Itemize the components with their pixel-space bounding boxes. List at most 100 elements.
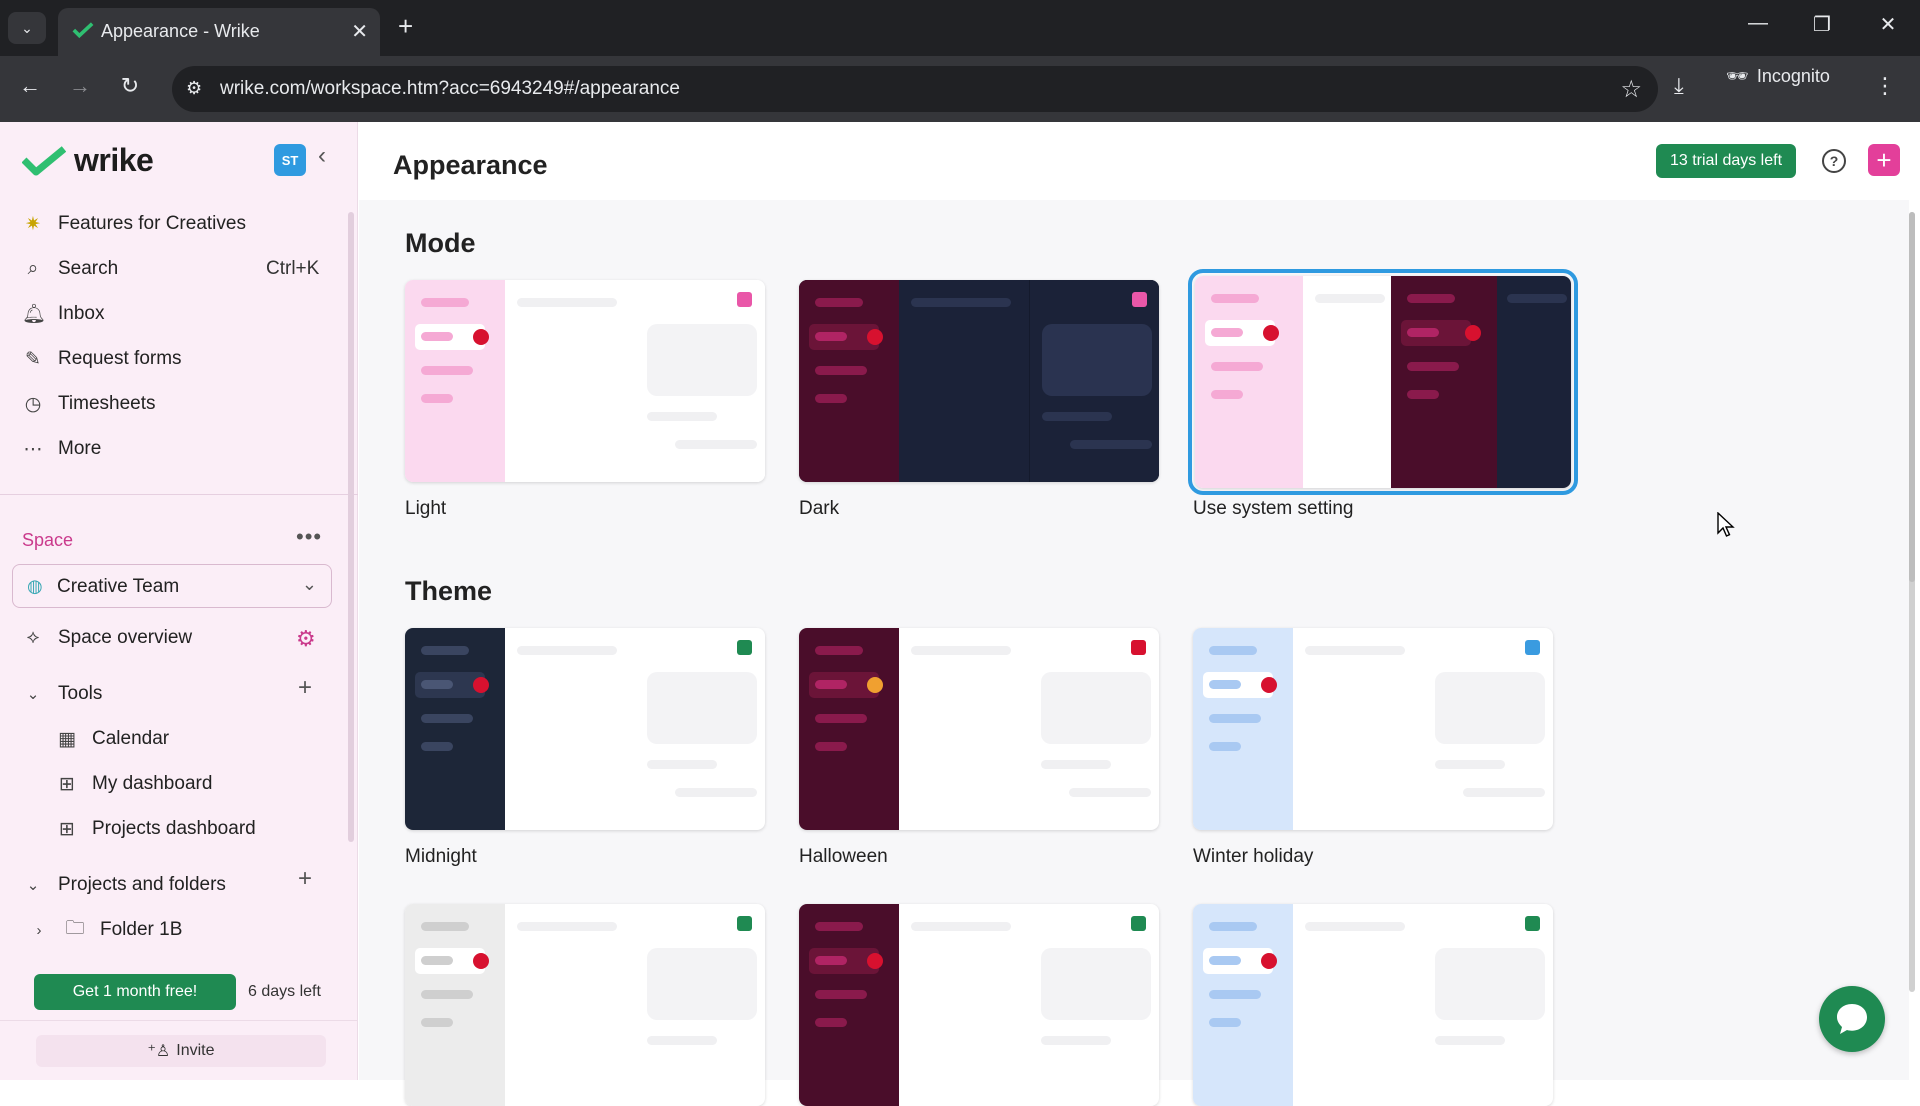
- site-info-icon[interactable]: ⚙: [186, 78, 202, 99]
- space-name: Creative Team: [57, 576, 180, 597]
- add-icon[interactable]: +: [1868, 144, 1900, 176]
- sidebar-item-request-forms[interactable]: ✎ Request forms: [22, 341, 182, 377]
- sidebar-item-label: Request forms: [58, 348, 182, 369]
- sidebar-item-label: Features for Creatives: [58, 213, 246, 234]
- main-scrollbar[interactable]: [1909, 212, 1915, 992]
- sidebar-item-projects-dashboard[interactable]: ⊞ Projects dashboard: [56, 811, 256, 847]
- theme-card-sky[interactable]: [1193, 904, 1553, 1106]
- page-title: Appearance: [393, 150, 548, 180]
- mode-card-system[interactable]: [1188, 269, 1578, 495]
- browser-tab[interactable]: Appearance - Wrike ✕: [58, 8, 380, 56]
- forward-icon[interactable]: →: [64, 73, 96, 99]
- incognito-indicator[interactable]: 🕶 Incognito: [1726, 66, 1830, 87]
- dashboard-icon: ⊞: [59, 773, 75, 795]
- help-icon[interactable]: ?: [1822, 149, 1846, 173]
- preview-dark-half: [1391, 276, 1571, 488]
- overview-icon: ⟡: [26, 627, 40, 648]
- sidebar-item-folder[interactable]: › 🗀 Folder 1B: [28, 912, 183, 948]
- tab-search-button[interactable]: ⌄: [8, 12, 46, 44]
- url-text[interactable]: wrike.com/workspace.htm?acc=6943249#/app…: [220, 78, 680, 100]
- invite-label: Invite: [176, 1042, 215, 1059]
- reload-icon[interactable]: ↻: [114, 73, 146, 99]
- sidebar-item-search[interactable]: ⌕ Search: [22, 251, 119, 287]
- browser-titlebar: ⌄ Appearance - Wrike ✕ + — ❐ ✕: [0, 0, 1920, 56]
- main-area: Appearance 13 trial days left ? + Mode L…: [359, 122, 1920, 1106]
- sidebar-item-label: Projects dashboard: [92, 818, 256, 839]
- globe-icon: ◍: [27, 576, 43, 596]
- theme-label-winter-holiday: Winter holiday: [1193, 846, 1314, 867]
- sidebar-scrollbar[interactable]: [348, 212, 354, 842]
- days-left-text: 6 days left: [248, 983, 321, 1000]
- sidebar-item-label: Projects and folders: [58, 874, 226, 895]
- download-icon[interactable]: ⤓: [1674, 73, 1684, 99]
- address-bar[interactable]: ⚙ wrike.com/workspace.htm?acc=6943249#/a…: [172, 66, 1658, 112]
- sidebar-item-label: My dashboard: [92, 773, 213, 794]
- back-icon[interactable]: ←: [14, 73, 46, 99]
- browser-menu-icon[interactable]: ⋮: [1874, 73, 1896, 99]
- chat-bubble-icon: [1837, 1004, 1867, 1034]
- add-project-icon[interactable]: +: [298, 865, 312, 893]
- mode-label-light: Light: [405, 498, 447, 519]
- collapse-sidebar-icon[interactable]: ‹: [318, 142, 326, 170]
- space-selector[interactable]: ◍ Creative Team ⌄: [12, 564, 332, 608]
- search-icon: ⌕: [27, 258, 39, 279]
- theme-heading: Theme: [405, 576, 493, 606]
- gear-icon[interactable]: ⚙: [296, 626, 316, 652]
- theme-card-halloween[interactable]: [799, 628, 1159, 830]
- restore-icon[interactable]: ❐: [1802, 12, 1842, 37]
- close-tab-icon[interactable]: ✕: [351, 19, 368, 44]
- sidebar-item-more[interactable]: ⋯ More: [22, 431, 102, 467]
- chevron-down-icon: ⌄: [301, 574, 317, 594]
- sidebar-item-calendar[interactable]: ▦ Calendar: [56, 721, 169, 757]
- sidebar-item-timesheets[interactable]: ◷ Timesheets: [22, 386, 156, 422]
- bookmark-star-icon[interactable]: ☆: [1620, 75, 1642, 104]
- sidebar-item-label: Space overview: [58, 627, 193, 648]
- sidebar-divider: [0, 494, 358, 495]
- theme-card-wine[interactable]: [799, 904, 1159, 1106]
- new-tab-icon[interactable]: +: [398, 12, 413, 40]
- sidebar-item-label: Folder 1B: [100, 919, 183, 940]
- clock-icon: ◷: [24, 393, 42, 415]
- mode-card-dark[interactable]: [799, 280, 1159, 482]
- close-window-icon[interactable]: ✕: [1868, 12, 1908, 37]
- theme-card-winter-holiday[interactable]: [1193, 628, 1553, 830]
- sidebar-item-projects-folders[interactable]: ⌄ Projects and folders: [22, 867, 226, 903]
- avatar[interactable]: ST: [274, 144, 306, 176]
- sidebar-item-features[interactable]: ✷ Features for Creatives: [22, 206, 246, 242]
- logo-text: wrike: [74, 142, 154, 178]
- sidebar-item-space-overview[interactable]: ⟡ Space overview: [22, 620, 192, 656]
- sparkle-icon: ✷: [25, 213, 41, 235]
- dashboard-icon: ⊞: [59, 818, 75, 840]
- theme-label-midnight: Midnight: [405, 846, 477, 867]
- scrollbar-thumb[interactable]: [1909, 212, 1915, 582]
- wrike-logo[interactable]: wrike: [22, 142, 154, 179]
- sidebar-item-inbox[interactable]: 🔔︎ Inbox: [22, 296, 104, 332]
- preview-light-half: [1195, 276, 1389, 488]
- sidebar-item-tools[interactable]: ⌄ Tools: [22, 676, 103, 712]
- preview-sidebar: [405, 280, 505, 482]
- sidebar-item-label: Tools: [58, 683, 103, 704]
- more-icon: ⋯: [23, 438, 43, 460]
- chat-button[interactable]: [1819, 986, 1885, 1052]
- calendar-icon: ▦: [58, 728, 76, 750]
- incognito-icon: 🕶: [1726, 66, 1749, 86]
- get-month-free-button[interactable]: Get 1 month free!: [34, 974, 236, 1010]
- browser-toolbar: ← → ↻ ⚙ wrike.com/workspace.htm?acc=6943…: [0, 56, 1920, 122]
- minimize-icon[interactable]: —: [1738, 12, 1778, 35]
- mode-heading: Mode: [405, 228, 476, 258]
- add-tool-icon[interactable]: +: [298, 674, 312, 702]
- mouse-cursor-icon: [1717, 512, 1735, 537]
- tab-title: Appearance - Wrike: [101, 21, 260, 41]
- space-more-icon[interactable]: •••: [296, 524, 322, 550]
- theme-card-grey[interactable]: [405, 904, 765, 1106]
- wrike-check-icon: [22, 145, 66, 175]
- trial-days-badge[interactable]: 13 trial days left: [1656, 144, 1796, 178]
- theme-card-midnight[interactable]: [405, 628, 765, 830]
- chevron-right-icon: ›: [36, 921, 42, 939]
- sidebar-item-my-dashboard[interactable]: ⊞ My dashboard: [56, 766, 212, 802]
- chevron-down-icon: ⌄: [26, 686, 40, 703]
- mode-card-light[interactable]: [405, 280, 765, 482]
- mode-label-system: Use system setting: [1193, 498, 1354, 519]
- search-shortcut: Ctrl+K: [266, 258, 320, 279]
- invite-button[interactable]: ⁺♙ Invite: [36, 1035, 326, 1067]
